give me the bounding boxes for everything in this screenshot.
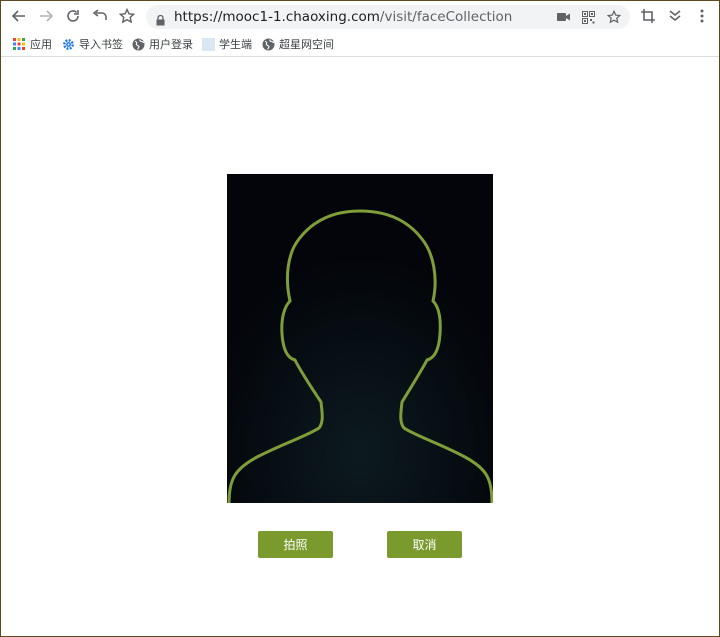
qr-code-icon[interactable] [580, 9, 596, 25]
arrow-right-icon [40, 10, 53, 22]
bookmark-label: 用户登录 [149, 38, 193, 51]
lock-icon [156, 11, 165, 30]
url-text: https://mooc1-1.chaoxing.com/visit/faceC… [174, 9, 512, 25]
camera-preview [227, 174, 493, 503]
undo-icon [92, 9, 107, 20]
cancel-button[interactable]: 取消 [387, 531, 462, 558]
page-content: 拍照 取消 [1, 57, 719, 635]
bookmark-label: 导入书签 [79, 38, 123, 51]
undo-button[interactable] [91, 7, 109, 25]
back-button[interactable] [10, 7, 28, 25]
forward-button[interactable] [37, 7, 55, 25]
arrow-left-icon [12, 10, 25, 22]
camera-indicator-icon[interactable] [555, 9, 571, 25]
star-outline-icon[interactable] [606, 9, 622, 25]
url-path: /visit/faceCollection [379, 9, 513, 25]
bookmark-user-login[interactable]: 用户登录 [131, 36, 193, 52]
page-icon [201, 37, 215, 51]
star-outline-icon [119, 8, 135, 24]
capture-photo-button[interactable]: 拍照 [258, 531, 333, 558]
menu-kebab-icon[interactable] [693, 7, 711, 25]
browser-toolbar: https://mooc1-1.chaoxing.com/visit/faceC… [1, 1, 719, 31]
address-bar[interactable]: https://mooc1-1.chaoxing.com/visit/faceC… [146, 5, 630, 29]
apps-grid-icon [12, 37, 26, 51]
bookmark-star-button[interactable] [118, 7, 136, 25]
bookmark-student[interactable]: 学生端 [201, 36, 252, 52]
double-chevron-down-icon[interactable] [666, 7, 684, 25]
reload-icon [67, 10, 79, 22]
globe-icon [131, 37, 145, 51]
bookmark-import[interactable]: 导入书签 [61, 36, 123, 52]
face-outline-guide-icon [227, 174, 493, 503]
bookmark-label: 超星网空间 [279, 38, 334, 51]
gear-icon [61, 37, 75, 51]
bookmark-label: 学生端 [219, 38, 252, 51]
bookmark-label: 应用 [30, 38, 52, 51]
globe-icon [261, 37, 275, 51]
bookmarks-bar: 应用 导入书签 用户登录 学生端 超星网空间 [1, 32, 719, 57]
bookmark-apps[interactable]: 应用 [12, 36, 52, 52]
reload-button[interactable] [64, 7, 82, 25]
crop-icon[interactable] [639, 7, 657, 25]
bookmark-chaoxing-space[interactable]: 超星网空间 [261, 36, 334, 52]
url-host: https://mooc1-1.chaoxing.com [174, 9, 380, 25]
